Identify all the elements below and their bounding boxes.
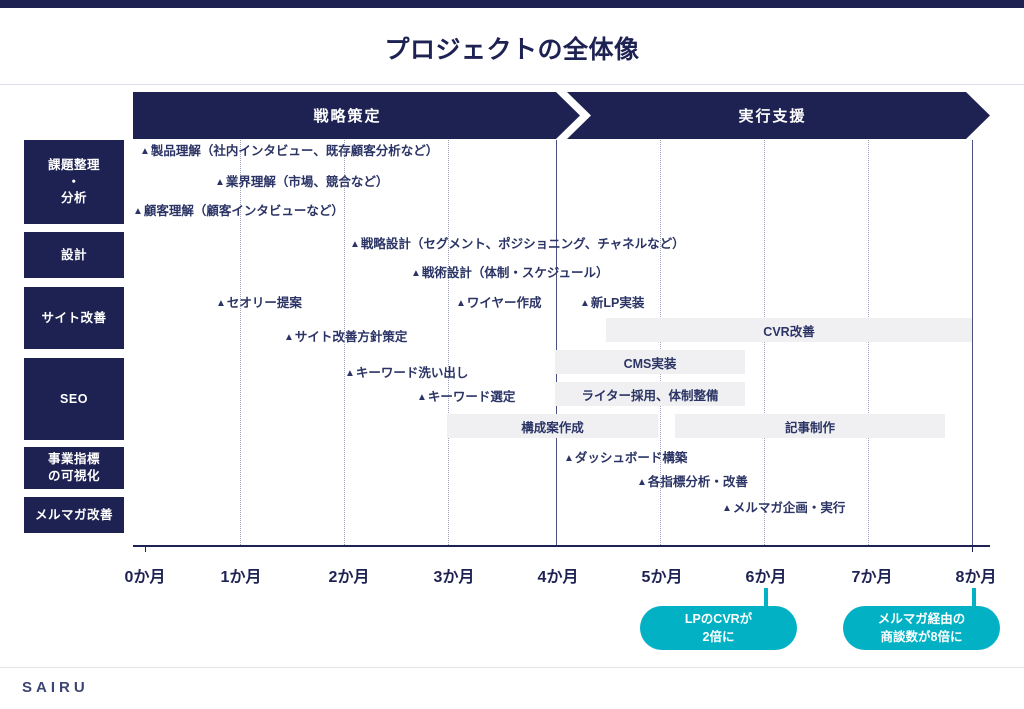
triangle-marker-icon: ▲ (456, 298, 466, 309)
milestone-customer-understanding: ▲顧客理解（顧客インタビューなど） (133, 205, 344, 218)
axis-label-month-2: 2か月 (328, 569, 370, 586)
axis-tick-0 (145, 545, 146, 552)
bar-outline-creation: 構成案作成 (447, 414, 658, 438)
milestone-wireframe-creation: ▲ワイヤー作成 (456, 297, 542, 310)
axis-label-month-6: 6か月 (745, 569, 787, 586)
phase-execution: 実行支援 (567, 92, 990, 139)
bar-label: CMS実装 (623, 356, 677, 371)
project-timeline-chart: 戦略策定 実行支援 課題整理・分析 設計 サイト改善 SEO 事業指標 の可視化 … (0, 0, 1024, 709)
gridline-month-7 (868, 140, 869, 545)
callout-cvr-doubled: LPのCVRが 2倍に (640, 606, 797, 650)
bar-label: 構成案作成 (521, 420, 584, 435)
milestone-label: 戦略設計（セグメント、ポジショニング、チャネルなど） (360, 237, 685, 251)
triangle-marker-icon: ▲ (284, 332, 294, 343)
triangle-marker-icon: ▲ (411, 268, 421, 279)
milestone-label: 各指標分析・改善 (647, 475, 748, 489)
milestone-label: サイト改善方針策定 (294, 330, 408, 344)
triangle-marker-icon: ▲ (133, 206, 143, 217)
milestone-strategy-design: ▲戦略設計（セグメント、ポジショニング、チャネルなど） (350, 238, 685, 251)
triangle-marker-icon: ▲ (140, 146, 150, 157)
axis-tick-8 (972, 545, 973, 552)
milestone-label: キーワード選定 (427, 390, 516, 404)
category-block-issue-analysis: 課題整理・分析 (24, 140, 124, 224)
milestone-label: キーワード洗い出し (355, 366, 469, 380)
triangle-marker-icon: ▲ (417, 392, 427, 403)
triangle-marker-icon: ▲ (722, 503, 732, 514)
milestone-keyword-listing: ▲キーワード洗い出し (345, 367, 468, 380)
phase-execution-label: 実行支援 (738, 108, 807, 125)
category-block-kpi-visualization: 事業指標 の可視化 (24, 447, 124, 489)
phase-strategy-label: 戦略策定 (313, 108, 382, 125)
triangle-marker-icon: ▲ (580, 298, 590, 309)
milestone-dashboard-build: ▲ダッシュボード構築 (564, 452, 687, 465)
category-block-seo: SEO (24, 358, 124, 440)
axis-label-month-1: 1か月 (220, 569, 262, 586)
milestone-mailmagazine-planning: ▲メルマガ企画・実行 (722, 502, 845, 515)
gridline-month-6 (764, 140, 765, 545)
bar-label: CVR改善 (763, 324, 815, 339)
bar-label: ライター採用、体制整備 (581, 388, 719, 403)
bar-article-production: 記事制作 (675, 414, 945, 438)
footer-divider (0, 667, 1024, 668)
category-block-mailmagazine: メルマガ改善 (24, 497, 124, 533)
milestone-keyword-selection: ▲キーワード選定 (417, 391, 515, 404)
triangle-marker-icon: ▲ (216, 298, 226, 309)
bar-cms-implementation: CMS実装 (555, 350, 745, 374)
milestone-label: ワイヤー作成 (466, 296, 542, 310)
milestone-label: 戦術設計（体制・スケジュール） (421, 266, 609, 280)
axis-label-month-3: 3か月 (433, 569, 475, 586)
gridline-month-3 (448, 140, 449, 545)
milestone-label: 顧客理解（顧客インタビューなど） (143, 204, 344, 218)
axis-label-month-4: 4か月 (537, 569, 579, 586)
sairu-logo: SAIRU (22, 679, 89, 696)
triangle-marker-icon: ▲ (345, 368, 355, 379)
milestone-new-lp-implementation: ▲新LP実装 (580, 297, 644, 310)
milestone-label: 製品理解（社内インタビュー、既存顧客分析など） (150, 144, 439, 158)
triangle-marker-icon: ▲ (637, 477, 647, 488)
milestone-label: ダッシュボード構築 (574, 451, 688, 465)
gridline-month-4 (556, 140, 557, 545)
gridline-month-1 (240, 140, 241, 545)
milestone-industry-understanding: ▲業界理解（市場、競合など） (215, 176, 388, 189)
gridline-month-8 (972, 140, 973, 545)
triangle-marker-icon: ▲ (564, 453, 574, 464)
milestone-label: メルマガ企画・実行 (732, 501, 846, 515)
milestone-kpi-analysis: ▲各指標分析・改善 (637, 476, 748, 489)
category-block-site-improvement: サイト改善 (24, 287, 124, 349)
triangle-marker-icon: ▲ (215, 177, 225, 188)
phase-strategy: 戦略策定 (133, 92, 580, 139)
callout-mailmagazine-8x: メルマガ経由の 商談数が8倍に (843, 606, 1000, 650)
milestone-tactics-design: ▲戦術設計（体制・スケジュール） (411, 267, 609, 280)
axis-label-month-8: 8か月 (955, 569, 997, 586)
triangle-marker-icon: ▲ (350, 239, 360, 250)
milestone-theory-proposal: ▲セオリー提案 (216, 297, 302, 310)
phase-banner: 戦略策定 実行支援 (133, 92, 990, 139)
axis-label-month-0: 0か月 (124, 569, 166, 586)
milestone-label: 新LP実装 (590, 296, 645, 310)
milestone-product-understanding: ▲製品理解（社内インタビュー、既存顧客分析など） (140, 145, 438, 158)
bar-label: 記事制作 (784, 420, 835, 435)
category-block-design: 設計 (24, 232, 124, 278)
milestone-site-improvement-policy: ▲サイト改善方針策定 (284, 331, 407, 344)
axis-label-month-5: 5か月 (641, 569, 683, 586)
bar-cvr-improvement: CVR改善 (606, 318, 972, 342)
milestone-label: 業界理解（市場、競合など） (225, 175, 389, 189)
bar-writer-hiring: ライター採用、体制整備 (555, 382, 745, 406)
timeline-axis (133, 545, 990, 547)
axis-label-month-7: 7か月 (851, 569, 893, 586)
milestone-label: セオリー提案 (226, 296, 302, 310)
